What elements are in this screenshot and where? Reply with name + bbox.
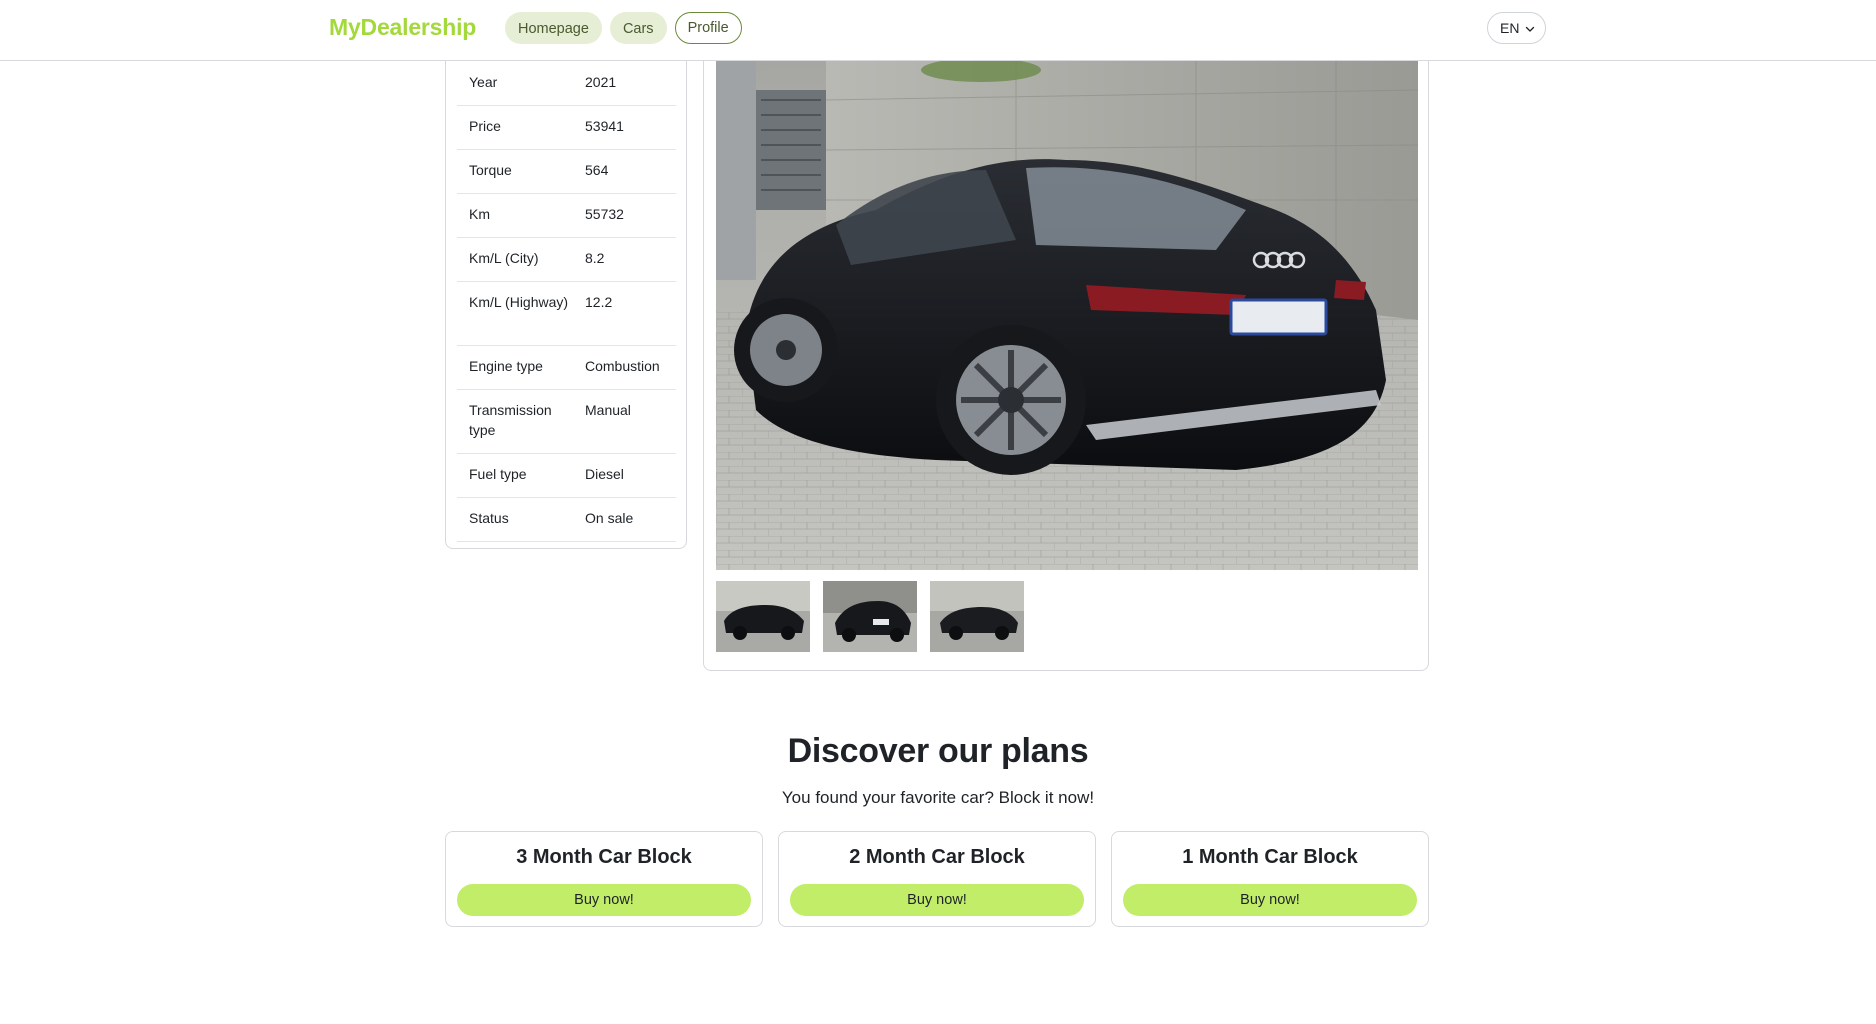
spec-label: Torque	[469, 162, 512, 178]
spec-value: 8.2	[585, 250, 605, 266]
thumbnail-3[interactable]	[930, 581, 1024, 652]
thumbnail-image	[716, 581, 810, 652]
plan-card-1-month: 1 Month Car Block Buy now!	[1111, 831, 1429, 927]
plans-subtitle: You found your favorite car? Block it no…	[781, 788, 1095, 807]
spec-value: 12.2	[585, 294, 613, 310]
spec-row-km: Km 55732	[457, 194, 676, 238]
spec-value: 2021	[585, 74, 617, 90]
plan-name: 2 Month Car Block	[849, 846, 1025, 868]
spec-row-price: Price 53941	[457, 106, 676, 150]
spec-row-km-highway: Km/L (Highway) 12.2	[457, 282, 676, 346]
nav-homepage[interactable]: Homepage	[505, 12, 602, 44]
spec-value: Diesel	[585, 466, 624, 482]
spec-value: On sale	[585, 510, 634, 526]
buy-now-button[interactable]: Buy now!	[790, 884, 1084, 916]
car-photo-illustration	[716, 60, 1418, 570]
language-selector[interactable]: EN	[1487, 12, 1546, 44]
brand-logo[interactable]: MyDealership	[329, 14, 476, 41]
chevron-down-icon	[1525, 26, 1535, 32]
language-label: EN	[1500, 20, 1520, 36]
plan-card-3-month: 3 Month Car Block Buy now!	[445, 831, 763, 927]
nav-profile[interactable]: Profile	[674, 12, 742, 44]
spec-value: Manual	[585, 402, 631, 418]
buy-now-button[interactable]: Buy now!	[457, 884, 751, 916]
spec-row-torque: Torque 564	[457, 150, 676, 194]
spec-row-transmission-type: Transmission type Manual	[457, 390, 676, 454]
thumbnail-image	[823, 581, 917, 652]
plan-name: 3 Month Car Block	[516, 846, 692, 868]
car-specs-table: Year 2021 Price 53941 Torque 564 Km 5573…	[445, 40, 687, 549]
spec-value: 53941	[585, 118, 624, 134]
spec-row-status: Status On sale	[457, 498, 676, 542]
spec-label: Km	[469, 206, 490, 222]
spec-label: Km/L (City)	[469, 250, 539, 266]
nav-cars[interactable]: Cars	[609, 12, 667, 44]
top-navbar: MyDealership Homepage Cars Profile EN	[0, 0, 1876, 61]
plan-card-2-month: 2 Month Car Block Buy now!	[778, 831, 1096, 927]
spec-value: Combustion	[585, 358, 660, 374]
spec-row-engine-type: Engine type Combustion	[457, 346, 676, 390]
spec-label: Price	[469, 118, 501, 134]
spec-value: 564	[585, 162, 609, 178]
spec-label: Km/L (Highway)	[469, 294, 569, 310]
buy-now-button[interactable]: Buy now!	[1123, 884, 1417, 916]
spec-value: 55732	[585, 206, 624, 222]
main-nav: Homepage Cars Profile	[505, 12, 742, 44]
spec-label: Fuel type	[469, 466, 527, 482]
spec-label: Transmission type	[469, 402, 552, 438]
car-gallery	[703, 40, 1429, 671]
thumbnail-image	[930, 581, 1024, 652]
plans-heading: Discover our plans	[787, 732, 1089, 770]
spec-label: Status	[469, 510, 509, 526]
spec-label: Year	[469, 74, 498, 90]
spec-row-fuel-type: Fuel type Diesel	[457, 454, 676, 498]
spec-row-km-city: Km/L (City) 8.2	[457, 238, 676, 282]
plan-name: 1 Month Car Block	[1182, 846, 1358, 868]
spec-row-year: Year 2021	[457, 62, 676, 106]
main-car-photo[interactable]	[716, 60, 1418, 570]
spec-label: Engine type	[469, 358, 543, 374]
thumbnail-1[interactable]	[716, 581, 810, 652]
thumbnail-2[interactable]	[823, 581, 917, 652]
